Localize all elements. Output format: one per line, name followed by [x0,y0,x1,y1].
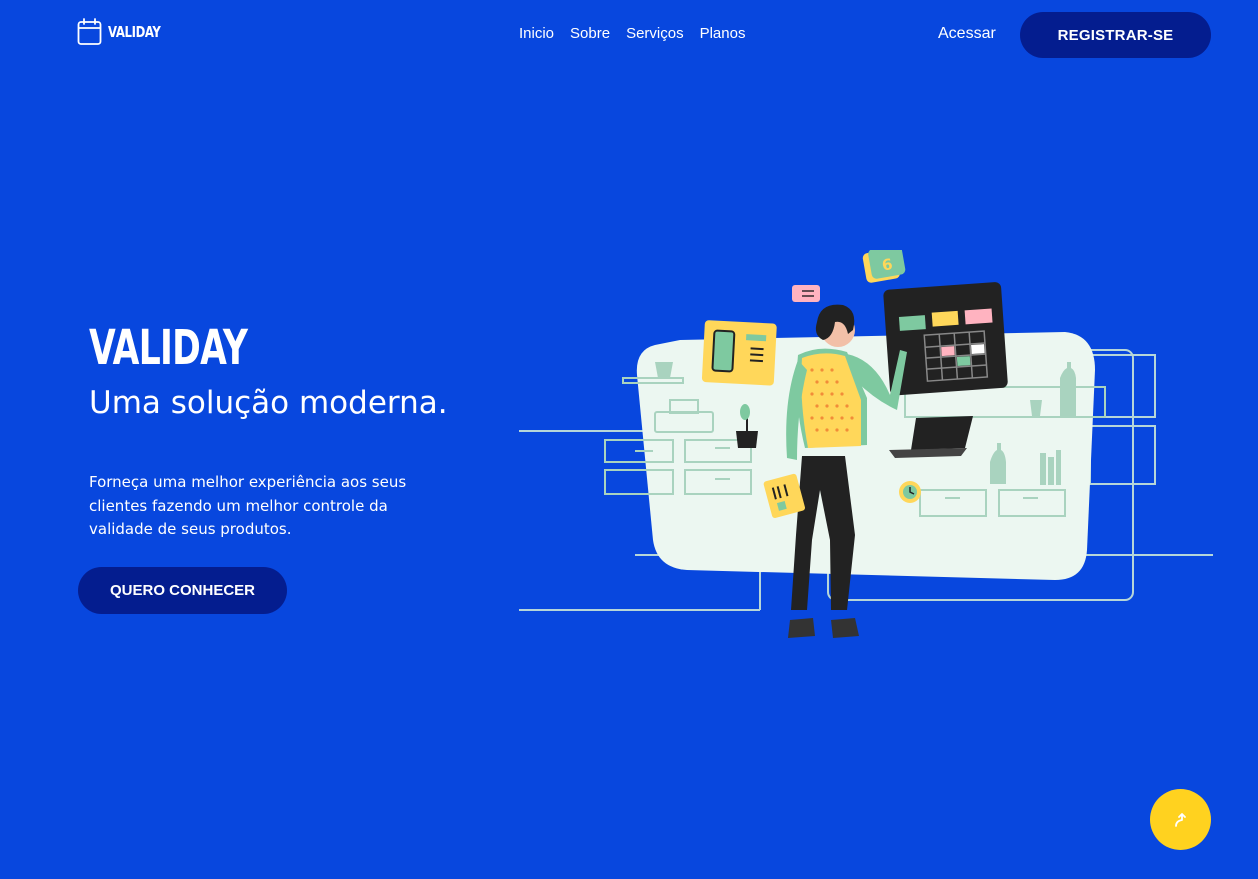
nav-link-planos[interactable]: Planos [700,25,746,42]
hero-description: Forneça uma melhor experiência aos seus … [89,473,407,538]
nav-link-sobre[interactable]: Sobre [570,25,610,42]
arrow-up-icon [1174,812,1186,827]
site-header: VALIDAY Inicio Sobre Serviços Planos Ace… [0,0,1258,70]
main-nav: Inicio Sobre Serviços Planos [519,25,745,42]
calendar-icon [77,18,102,45]
brand-name: VALIDAY [108,23,161,41]
brand-logo[interactable]: VALIDAY [77,18,175,46]
cta-button[interactable]: QUERO CONHECER [78,567,287,614]
hero-subtitle: Uma solução moderna. [89,385,448,421]
nav-link-servicos[interactable]: Serviços [626,25,684,42]
scroll-top-button[interactable] [1150,789,1211,850]
hero-illustration: 6 [519,250,1213,638]
register-button[interactable]: REGISTRAR-SE [1020,12,1211,58]
nav-link-inicio[interactable]: Inicio [519,25,554,42]
hero-title: VALIDAY [89,320,248,376]
login-link[interactable]: Acessar [938,25,996,43]
